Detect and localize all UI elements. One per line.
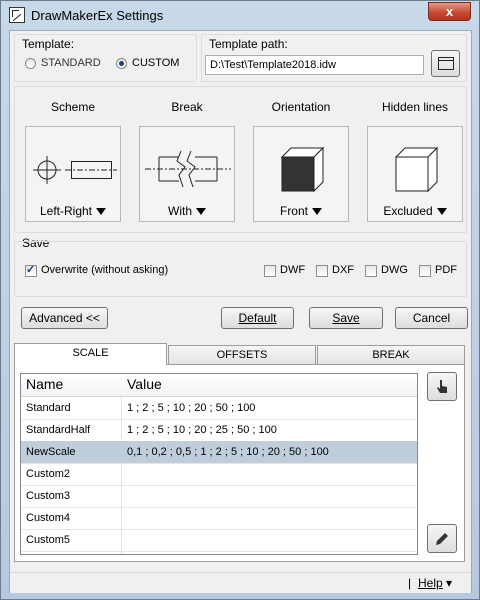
folder-icon bbox=[437, 57, 454, 70]
pencil-icon bbox=[436, 533, 448, 545]
radio-standard[interactable] bbox=[25, 58, 36, 69]
help-menu[interactable]: Help ▾ bbox=[418, 576, 452, 590]
status-separator: | bbox=[408, 576, 412, 590]
column-header-name[interactable]: Name bbox=[26, 376, 63, 392]
app-icon bbox=[9, 7, 25, 23]
row-name: Custom4 bbox=[26, 512, 71, 524]
dwf-label[interactable]: DWF bbox=[280, 264, 305, 276]
cancel-button[interactable]: Cancel bbox=[395, 307, 468, 329]
browse-button[interactable] bbox=[431, 50, 460, 77]
scheme-value: Left-Right bbox=[39, 204, 93, 218]
status-bar: | Help ▾ bbox=[10, 572, 471, 593]
dropdown-arrow-icon bbox=[196, 208, 206, 215]
orientation-header: Orientation bbox=[271, 100, 331, 114]
column-header-value[interactable]: Value bbox=[127, 376, 162, 392]
close-icon: x bbox=[445, 4, 454, 19]
radio-custom-label[interactable]: CUSTOM bbox=[132, 57, 179, 69]
pdf-label[interactable]: PDF bbox=[435, 264, 457, 276]
row-name: Standard bbox=[26, 402, 71, 414]
table-row-selected[interactable]: NewScale 0,1 ; 0,2 ; 0,5 ; 1 ; 2 ; 5 ; 10… bbox=[21, 441, 417, 464]
dropdown-arrow-icon bbox=[96, 208, 107, 215]
cube-icon bbox=[395, 147, 439, 193]
pdf-checkbox[interactable] bbox=[419, 265, 431, 277]
hidden-lines-header: Hidden lines bbox=[381, 100, 449, 114]
template-path-input[interactable]: D:\Test\Template2018.idw bbox=[205, 55, 424, 75]
scheme-icon bbox=[33, 156, 117, 184]
radio-custom[interactable] bbox=[116, 58, 127, 69]
advanced-button[interactable]: Advanced << bbox=[21, 307, 108, 329]
scheme-tile[interactable]: Left-Right bbox=[25, 126, 121, 222]
break-tile[interactable]: With bbox=[139, 126, 235, 222]
window-title: DrawMakerEx Settings bbox=[31, 8, 164, 23]
title-bar[interactable]: DrawMakerEx Settings x bbox=[1, 1, 479, 29]
row-value: 1 ; 2 ; 5 ; 10 ; 20 ; 25 ; 50 ; 100 bbox=[127, 424, 277, 436]
row-name: Custom2 bbox=[26, 468, 71, 480]
break-header: Break bbox=[171, 100, 203, 114]
edit-button[interactable] bbox=[427, 524, 457, 553]
radio-standard-label[interactable]: STANDARD bbox=[41, 57, 101, 69]
row-name: NewScale bbox=[26, 446, 76, 458]
dwg-checkbox[interactable] bbox=[365, 265, 377, 277]
table-row[interactable]: Custom3 bbox=[21, 485, 417, 508]
overwrite-label[interactable]: Overwrite (without asking) bbox=[41, 264, 168, 276]
table-row[interactable]: Custom5 bbox=[21, 529, 417, 552]
cube-front-icon bbox=[281, 147, 325, 193]
default-button[interactable]: Default bbox=[221, 307, 294, 329]
dropdown-arrow-icon bbox=[312, 208, 322, 215]
break-value: With bbox=[168, 204, 192, 218]
default-button-label: Default bbox=[238, 311, 277, 325]
hidden-lines-tile[interactable]: Excluded bbox=[367, 126, 463, 222]
tab-scale[interactable]: SCALE bbox=[14, 343, 167, 365]
orientation-value: Front bbox=[279, 204, 308, 218]
dxf-checkbox[interactable] bbox=[316, 265, 328, 277]
dialog-body: Template: STANDARD CUSTOM Template path:… bbox=[9, 30, 472, 593]
row-name: StandardHalf bbox=[26, 424, 91, 436]
scale-grid[interactable]: Name Value Standard 1 ; 2 ; 5 ; 10 ; 20 ;… bbox=[20, 373, 418, 555]
table-row[interactable]: Custom4 bbox=[21, 507, 417, 530]
row-value: 0,1 ; 0,2 ; 0,5 ; 1 ; 2 ; 5 ; 10 ; 20 ; … bbox=[127, 446, 329, 458]
dropdown-arrow-icon bbox=[436, 208, 447, 215]
dwg-label[interactable]: DWG bbox=[381, 264, 408, 276]
break-icon bbox=[145, 150, 231, 188]
tab-break[interactable]: BREAK bbox=[317, 345, 465, 365]
chevron-down-icon: ▾ bbox=[446, 576, 453, 590]
orientation-tile[interactable]: Front bbox=[253, 126, 349, 222]
table-row[interactable]: Custom2 bbox=[21, 463, 417, 486]
pointer-button[interactable] bbox=[427, 372, 457, 401]
save-button-label: Save bbox=[332, 311, 360, 325]
table-row[interactable]: Standard 1 ; 2 ; 5 ; 10 ; 20 ; 50 ; 100 bbox=[21, 397, 417, 420]
template-path-label: Template path: bbox=[209, 37, 288, 51]
row-name: Custom3 bbox=[26, 490, 71, 502]
row-value: 1 ; 2 ; 5 ; 10 ; 20 ; 50 ; 100 bbox=[127, 402, 256, 414]
close-button[interactable]: x bbox=[428, 2, 471, 21]
save-button[interactable]: Save bbox=[309, 307, 383, 329]
hidden-lines-value: Excluded bbox=[383, 204, 433, 218]
tab-offsets[interactable]: OFFSETS bbox=[168, 345, 316, 365]
settings-window: DrawMakerEx Settings x Template: STANDAR… bbox=[0, 0, 480, 600]
help-label: Help bbox=[418, 576, 443, 590]
hand-pointer-icon bbox=[437, 380, 447, 393]
table-row[interactable]: StandardHalf 1 ; 2 ; 5 ; 10 ; 20 ; 25 ; 5… bbox=[21, 419, 417, 442]
dxf-label[interactable]: DXF bbox=[332, 264, 354, 276]
dwf-checkbox[interactable] bbox=[264, 265, 276, 277]
row-name: Custom5 bbox=[26, 534, 71, 546]
overwrite-checkbox[interactable]: ✓ bbox=[25, 264, 37, 277]
grid-header: Name Value bbox=[21, 374, 417, 397]
scheme-header: Scheme bbox=[50, 100, 96, 114]
template-label: Template: bbox=[22, 37, 75, 51]
